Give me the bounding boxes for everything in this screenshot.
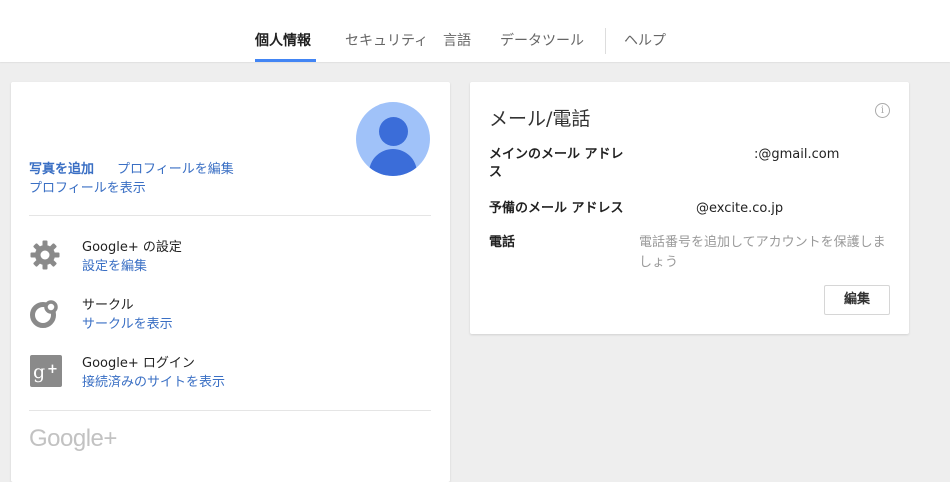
phone-label: 電話 [489,235,516,250]
google-plus-icon: g + [29,354,63,388]
add-photo-link[interactable]: 写真を追加 [29,158,94,177]
profile-bottom-divider [29,410,431,411]
phone-placeholder: 電話番号を追加してアカウントを保護しましょう [639,235,886,270]
avatar[interactable] [356,102,430,176]
tab-personal-info[interactable]: 個人情報 [255,32,311,50]
backup-email-label: 予備のメール アドレス [489,201,624,216]
main-email-label: メインのメール アドレス [489,147,624,180]
tab-data-tools[interactable]: データツール [500,32,584,50]
edit-profile-link[interactable]: プロフィールを編集 [117,158,234,177]
contact-card: メール/電話 i メインのメール アドレス :@gmail.com 予備のメール… [470,82,909,334]
svg-text:g: g [33,361,45,383]
nav-divider [605,28,606,54]
circles-title: サークル [82,298,134,313]
avatar-head [379,117,408,146]
main-email-value: :@gmail.com [754,147,840,162]
google-plus-signin-title: Google+ ログイン [82,356,195,371]
edit-button[interactable]: 編集 [824,285,890,315]
google-plus-settings-title: Google+ の設定 [82,240,182,255]
contact-section-title: メール/電話 [489,108,591,130]
svg-text:+: + [47,362,58,377]
view-profile-link[interactable]: プロフィールを表示 [29,177,146,196]
info-icon[interactable]: i [875,103,890,118]
profile-divider [29,215,431,216]
view-circles-link[interactable]: サークルを表示 [82,313,173,332]
google-plus-logo: Google+ [29,425,117,452]
active-tab-indicator [255,59,316,62]
view-connected-sites-link[interactable]: 接続済みのサイトを表示 [82,371,225,390]
gear-icon [28,238,62,272]
tab-language[interactable]: 言語 [443,32,471,50]
avatar-body [369,149,417,176]
edit-settings-link[interactable]: 設定を編集 [82,255,147,274]
top-navigation: 個人情報 セキュリティ 言語 データツール ヘルプ [0,0,950,62]
tab-help[interactable]: ヘルプ [624,32,666,50]
circles-icon [28,296,62,330]
backup-email-value: @excite.co.jp [696,201,784,216]
profile-card: 写真を追加 プロフィールを編集 プロフィールを表示 Google+ の設定 設定… [11,82,450,482]
tab-security[interactable]: セキュリティ [345,32,428,50]
